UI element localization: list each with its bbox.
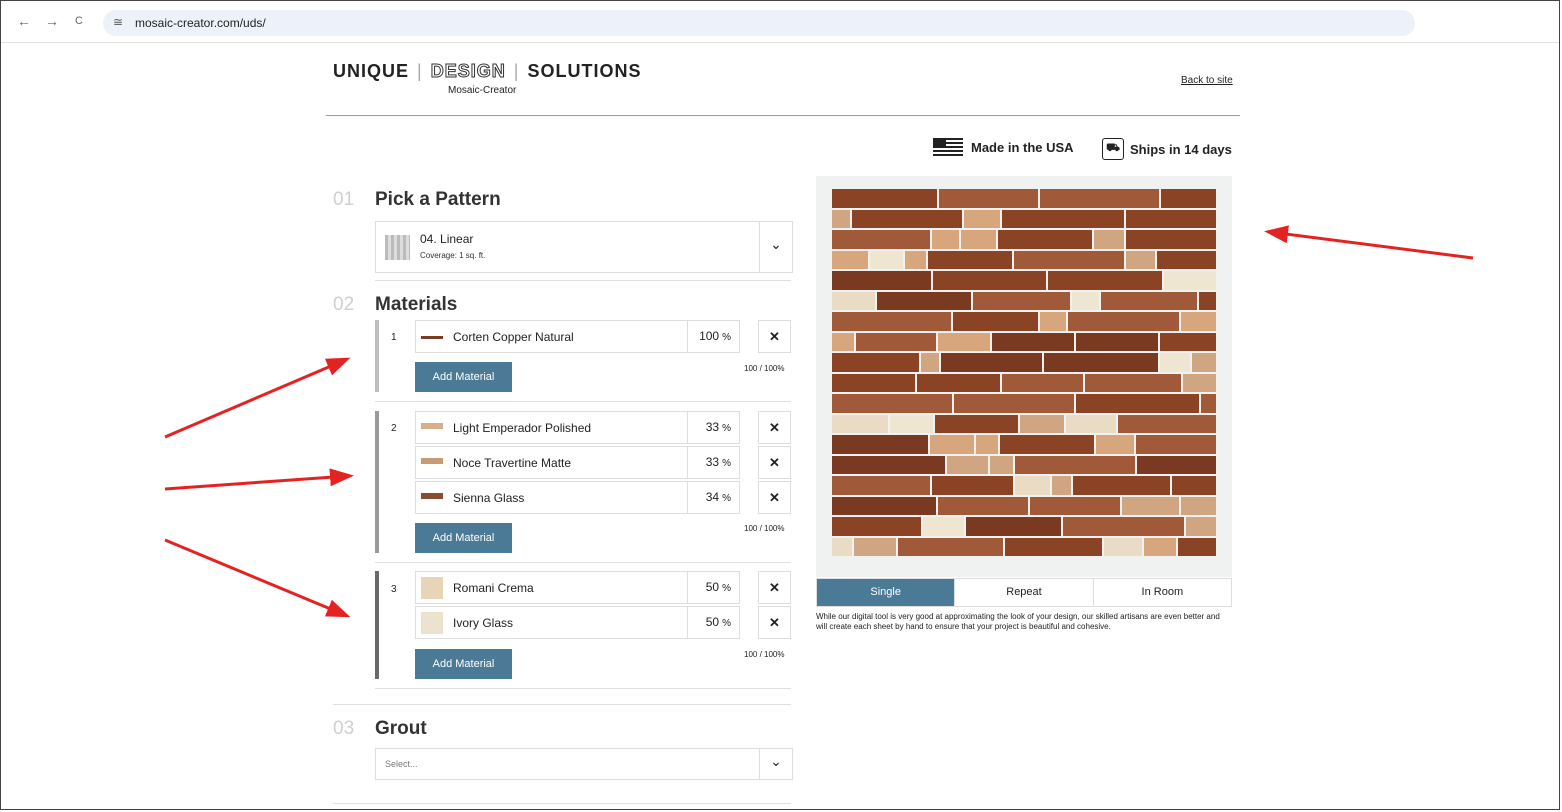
- annotation-arrow: [164, 468, 354, 491]
- annotation-arrow: [1264, 225, 1474, 260]
- annotation-arrow: [164, 538, 351, 618]
- annotation-arrows: [164, 225, 1474, 618]
- annotation-arrow: [164, 357, 351, 439]
